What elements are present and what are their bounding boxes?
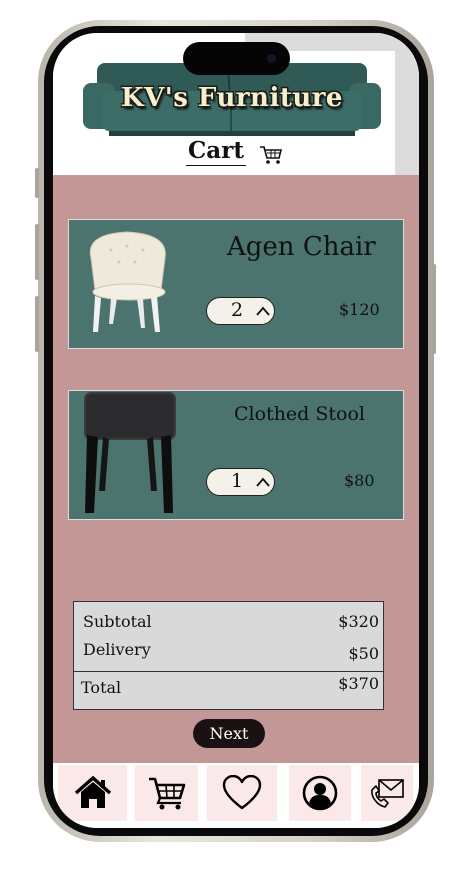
stool-image (84, 392, 176, 513)
product-name: Agen Chair (227, 232, 376, 262)
cart-icon (260, 146, 283, 164)
heart-icon (222, 775, 262, 810)
cart-item-card[interactable]: Clothed Stool 1 $80 (68, 390, 404, 520)
total-label: Total (81, 678, 122, 697)
side-button (35, 168, 39, 198)
brand-title: KV's Furniture (121, 83, 343, 113)
home-icon (74, 776, 111, 808)
cart-item-card[interactable]: Agen Chair 2 $120 (68, 219, 404, 349)
quantity-value: 2 (231, 299, 244, 321)
chair-image (89, 231, 166, 332)
quantity-stepper[interactable]: 1 (206, 468, 275, 496)
nav-cart[interactable] (135, 765, 198, 821)
product-name: Clothed Stool (234, 403, 365, 425)
dynamic-island (183, 42, 290, 75)
quantity-value: 1 (231, 470, 244, 492)
product-price: $80 (344, 471, 375, 490)
total-value: $370 (338, 674, 379, 693)
bottom-nav (53, 763, 419, 828)
chevron-up-icon[interactable] (256, 306, 270, 316)
nav-home[interactable] (58, 765, 127, 821)
delivery-label: Delivery (83, 640, 151, 659)
subtotal-value: $320 (338, 612, 379, 631)
cart-icon (148, 777, 185, 810)
quantity-stepper[interactable]: 2 (206, 297, 275, 325)
power-button (432, 264, 436, 354)
subtotal-label: Subtotal (83, 612, 152, 631)
camera-dot (267, 54, 276, 63)
page-title: Cart (186, 137, 246, 166)
summary-divider (74, 671, 383, 672)
app-screen: KV's Furniture Cart Agen Chair 2 $120 Cl… (53, 33, 419, 828)
cart-content: Agen Chair 2 $120 Clothed Stool 1 $80 Su… (53, 175, 419, 763)
volume-down-button (35, 296, 39, 352)
contact-icon (371, 779, 404, 808)
product-price: $120 (339, 300, 380, 319)
chevron-up-icon[interactable] (256, 477, 270, 487)
volume-up-button (35, 224, 39, 280)
nav-favorites[interactable] (207, 765, 277, 821)
nav-contact[interactable] (361, 765, 413, 821)
delivery-value: $50 (348, 644, 379, 663)
order-summary: Subtotal $320 Delivery $50 Total $370 (73, 601, 384, 710)
profile-icon (302, 775, 338, 811)
nav-profile[interactable] (289, 765, 351, 821)
next-button[interactable]: Next (193, 719, 265, 748)
